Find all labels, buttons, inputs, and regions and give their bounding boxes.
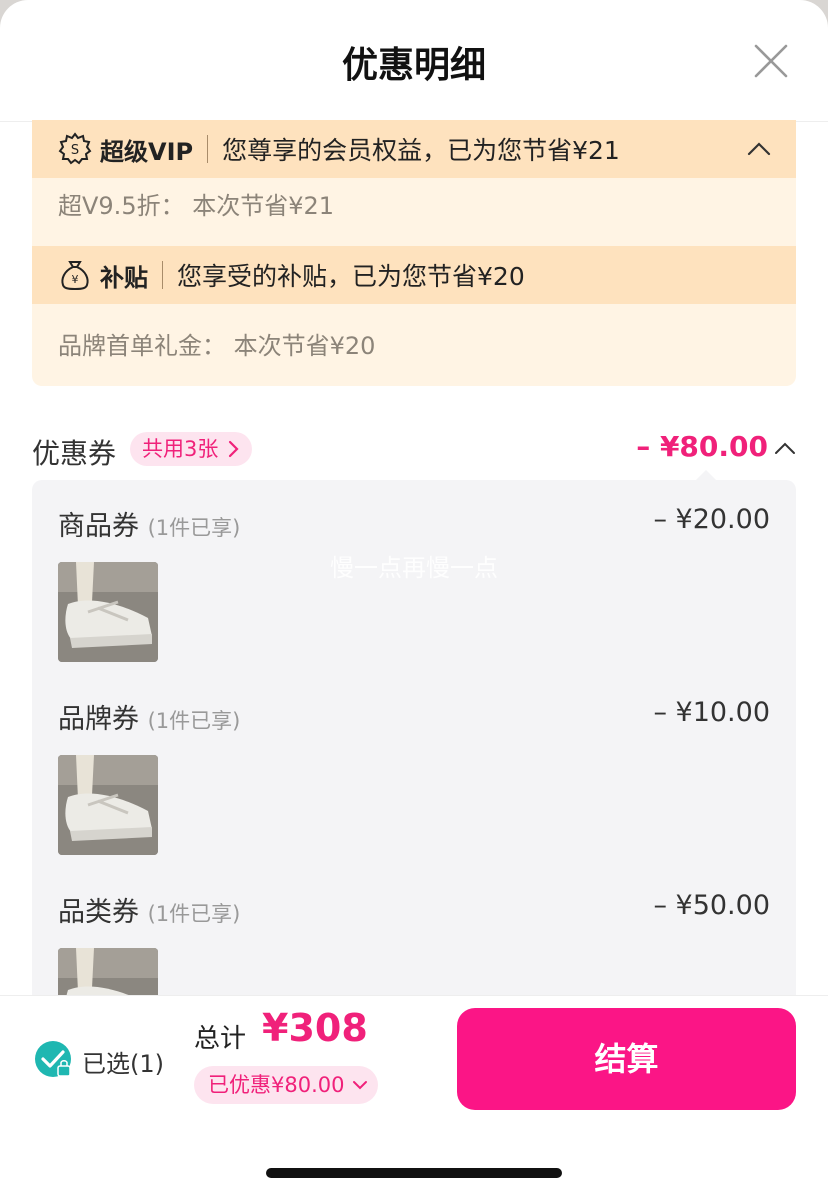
sneaker-image xyxy=(58,755,158,855)
subsidy-band: ¥ 补贴 您享受的补贴，已为您节省¥20 xyxy=(32,246,796,304)
divider xyxy=(162,261,163,289)
vip-band[interactable]: S 超级VIP 您尊享的会员权益，已为您节省¥21 xyxy=(32,120,796,178)
subsidy-detail: 品牌首单礼金： 本次节省¥20 xyxy=(58,332,376,360)
total-label: 总计 xyxy=(194,1024,247,1054)
selected-count[interactable]: 已选(1) xyxy=(82,1044,164,1079)
coupon-count-badge[interactable]: 共用3张 xyxy=(130,432,253,466)
discount-summary-label: 已优惠¥80.00 xyxy=(208,1073,345,1097)
vip-discount-detail: 超V9.5折： 本次节省¥21 xyxy=(58,192,335,220)
vip-savings-text: 您尊享的会员权益，已为您节省¥21 xyxy=(222,136,620,165)
chevron-right-icon xyxy=(229,440,239,458)
subsidy-label: 补贴 xyxy=(100,263,148,292)
close-icon[interactable] xyxy=(752,42,790,80)
chevron-down-icon xyxy=(353,1081,368,1090)
total-price: ¥308 xyxy=(262,1006,368,1050)
coupon-name-wrap: 商品券 (1件已享) xyxy=(58,504,240,543)
chevron-up-icon[interactable] xyxy=(746,136,772,162)
coupon-name-wrap: 品类券 (1件已享) xyxy=(58,890,240,929)
svg-text:¥: ¥ xyxy=(72,273,79,286)
discount-summary-chip[interactable]: 已优惠¥80.00 xyxy=(194,1066,379,1104)
home-indicator xyxy=(266,1168,562,1178)
coupon-note: (1件已享) xyxy=(147,709,241,733)
money-bag-icon: ¥ xyxy=(61,261,89,291)
discount-detail-sheet: 优惠明细 S 超级VIP 您尊享的会员权益，已为您节省¥21 超V9.5折： 本… xyxy=(0,0,828,1194)
page-title: 优惠明细 xyxy=(341,45,486,86)
vip-label: 超级VIP xyxy=(100,137,194,166)
svg-text:S: S xyxy=(71,143,79,158)
pointer-notch xyxy=(696,470,716,480)
checkout-bar: 已选(1) 总计 ¥308 已优惠¥80.00 结算 xyxy=(0,995,828,1194)
coupon-item: 品牌券 (1件已享) – ¥10.00 xyxy=(32,673,796,855)
coupon-amount: – ¥10.00 xyxy=(653,697,770,728)
chevron-up-icon[interactable] xyxy=(774,438,796,460)
coupon-name: 商品券 xyxy=(58,511,139,542)
coupon-note: (1件已享) xyxy=(147,902,241,926)
checkout-button[interactable]: 结算 xyxy=(457,1008,796,1110)
coupon-header: 优惠券 共用3张 – ¥80.00 xyxy=(32,428,796,474)
member-benefits-card: S 超级VIP 您尊享的会员权益，已为您节省¥21 超V9.5折： 本次节省¥2… xyxy=(32,120,796,386)
coupon-name: 品类券 xyxy=(58,897,139,928)
coupon-amount: – ¥20.00 xyxy=(653,504,770,535)
coupon-title: 优惠券 xyxy=(32,437,117,470)
product-thumbnail xyxy=(58,755,158,855)
coupon-total: – ¥80.00 xyxy=(636,430,768,463)
watermark-text: 慢一点再慢一点 xyxy=(330,554,498,582)
coupon-note: (1件已享) xyxy=(147,516,241,540)
coupon-amount: – ¥50.00 xyxy=(653,890,770,921)
coupon-name: 品牌券 xyxy=(58,704,139,735)
check-lock-icon[interactable] xyxy=(34,1040,72,1078)
vip-s-icon: S xyxy=(58,132,92,165)
sheet-header: 优惠明细 xyxy=(0,0,828,122)
divider xyxy=(207,135,209,163)
coupon-count-label: 共用3张 xyxy=(142,437,219,461)
coupon-name-wrap: 品牌券 (1件已享) xyxy=(58,697,240,736)
subsidy-savings-text: 您享受的补贴，已为您节省¥20 xyxy=(177,262,525,291)
